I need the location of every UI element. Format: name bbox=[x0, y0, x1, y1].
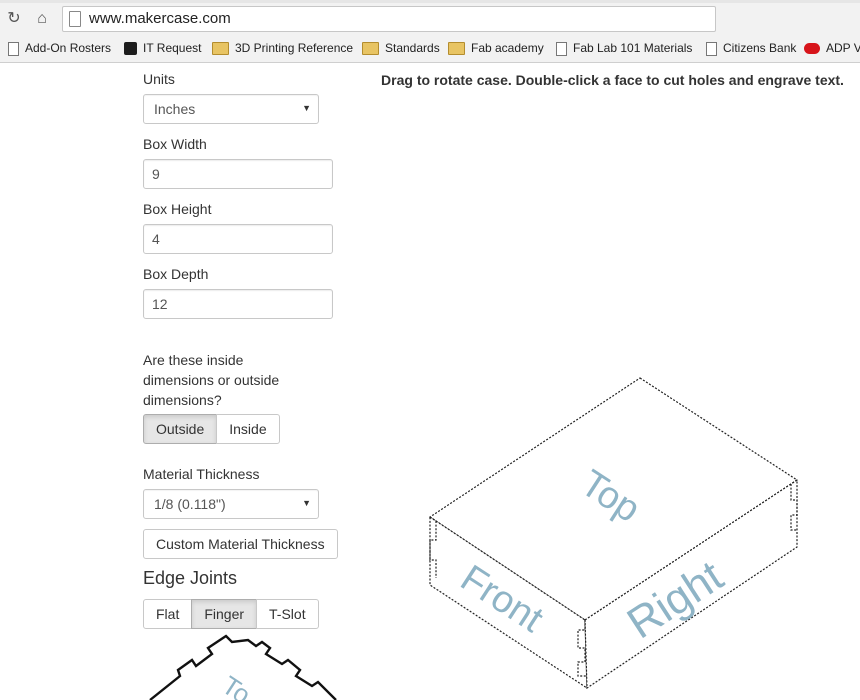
thumbnail-label: To bbox=[217, 670, 256, 700]
case-preview: Top Front Right To bbox=[149, 377, 799, 700]
box-3d-model[interactable] bbox=[428, 377, 799, 690]
